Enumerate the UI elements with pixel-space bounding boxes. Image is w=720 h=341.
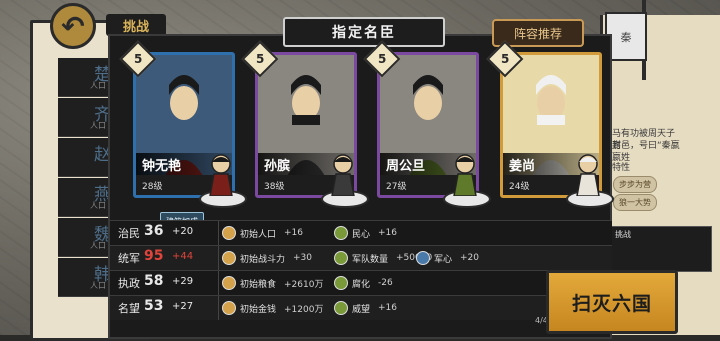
challenge-info-box: 挑战 — [610, 226, 712, 272]
effect-value: +16 — [378, 303, 398, 313]
stat-effect: 腐化 -26 — [334, 274, 393, 292]
stat-effect: 军心 +20 — [416, 249, 479, 267]
stat-effect: 初始金钱 +1200万 — [222, 299, 323, 317]
stat-label: 治民 — [118, 227, 140, 240]
effect-value: +30 — [293, 253, 313, 263]
effect-name: 民心 — [352, 229, 371, 240]
stat-effect: 初始战斗力 +30 — [222, 249, 312, 267]
stat-bonus: +20 — [172, 226, 194, 237]
effect-value: +1200万 — [284, 304, 324, 315]
stat-label: 统军 — [118, 252, 140, 265]
hero-chibi-icon — [326, 152, 360, 197]
star-count: 5 — [500, 51, 510, 66]
dialog-title: 指定名臣 — [283, 17, 445, 47]
effect-name: 军心 — [434, 254, 453, 265]
effect-name: 初始战斗力 — [240, 254, 286, 265]
row-divider — [218, 246, 219, 270]
effect-name: 初始人口 — [240, 229, 277, 240]
challenge-info-label: 挑战 — [615, 230, 631, 239]
effect-name: 初始金钱 — [240, 304, 277, 315]
effect-name: 初始粮食 — [240, 279, 277, 290]
stat-value: 58 — [144, 273, 164, 289]
sweep-six-states-button[interactable]: 扫灭六国 — [546, 270, 678, 334]
stat-bonus: +44 — [172, 251, 194, 262]
stat-label: 名望 — [118, 302, 140, 315]
hero-chibi-icon — [448, 152, 482, 197]
effect-name: 腐化 — [352, 279, 371, 290]
row-divider — [218, 296, 219, 320]
trait-pill-1[interactable]: 步步为营 — [613, 176, 657, 193]
prestige-icon — [334, 301, 348, 315]
effect-value: +20 — [460, 253, 480, 263]
people-heart-icon — [334, 226, 348, 240]
star-count: 5 — [255, 51, 265, 66]
stat-row: 治民 36 +20 初始人口 +16 民心 +16 — [110, 220, 612, 245]
initial-grain-icon — [222, 276, 236, 290]
stats-table: 治民 36 +20 初始人口 +16 民心 +16 统军 95 +44 初始战斗… — [110, 220, 612, 320]
corruption-icon — [334, 276, 348, 290]
stat-effect: 民心 +16 — [334, 224, 397, 242]
stat-effect: 初始人口 +16 — [222, 224, 303, 242]
stat-label: 执政 — [118, 277, 140, 290]
row-divider — [218, 221, 219, 245]
army-heart-icon — [416, 251, 430, 265]
effect-name: 威望 — [352, 304, 371, 315]
back-button[interactable]: ↶ — [50, 3, 96, 49]
army-count-icon — [334, 251, 348, 265]
star-count: 5 — [377, 51, 387, 66]
star-count: 5 — [133, 51, 143, 66]
challenge-tab[interactable]: 挑战 — [106, 14, 166, 36]
back-arrow-icon: ↶ — [61, 9, 85, 43]
stat-bonus: +29 — [172, 276, 194, 287]
effect-value: +16 — [284, 228, 304, 238]
initial-combat-icon — [222, 251, 236, 265]
row-divider — [218, 271, 219, 295]
stat-value: 95 — [144, 248, 164, 264]
stat-effect: 威望 +16 — [334, 299, 397, 317]
effect-value: +16 — [378, 228, 398, 238]
effect-value: +2610万 — [284, 279, 324, 290]
effect-value: -26 — [378, 278, 393, 288]
hero-chibi-icon — [571, 152, 605, 197]
stat-value: 36 — [144, 223, 164, 239]
initial-gold-icon — [222, 301, 236, 315]
stat-bonus: +27 — [172, 301, 194, 312]
hero-chibi-icon — [204, 152, 238, 197]
stat-effect: 初始粮食 +2610万 — [222, 274, 323, 292]
initial-population-icon — [222, 226, 236, 240]
stat-row: 统军 95 +44 初始战斗力 +30 军队数量 +50000 军心 +20 — [110, 245, 612, 270]
stat-value: 53 — [144, 298, 164, 314]
stat-row: 执政 58 +29 初始粮食 +2610万 腐化 -26 — [110, 270, 612, 295]
trait-label: 特性 — [612, 163, 631, 173]
nation-desc-2: 嘉邑，号曰“秦嬴 — [612, 141, 680, 151]
trait-pill-2[interactable]: 狼一大势 — [613, 194, 657, 211]
effect-name: 军队数量 — [352, 254, 389, 265]
